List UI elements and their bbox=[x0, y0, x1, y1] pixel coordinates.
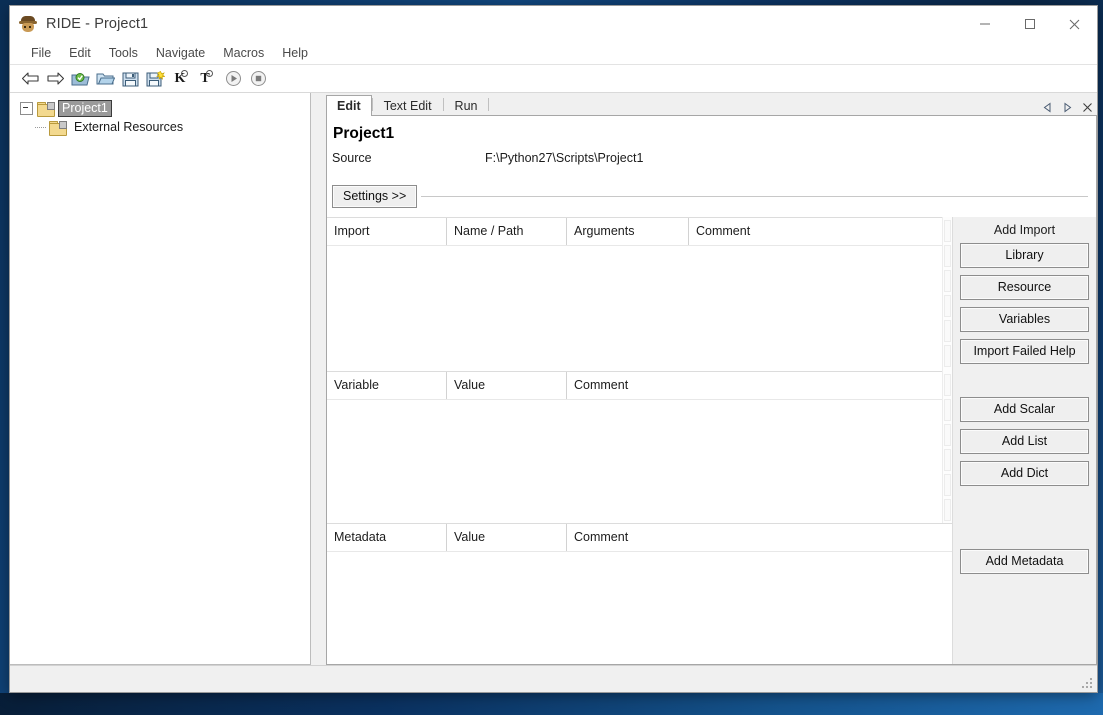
search-keyword-icon[interactable]: K bbox=[169, 68, 191, 90]
menu-item-macros[interactable]: Macros bbox=[214, 43, 273, 63]
menu-item-navigate[interactable]: Navigate bbox=[147, 43, 214, 63]
close-tab-icon[interactable] bbox=[1082, 102, 1093, 113]
import-grid-header: Import Name / Path Arguments Comment bbox=[327, 217, 952, 246]
import-grid-scrollbar[interactable] bbox=[942, 217, 952, 371]
window-controls bbox=[962, 6, 1097, 42]
project-tree-pane: Project1 External Resources bbox=[10, 93, 311, 665]
tab-run[interactable]: Run bbox=[444, 95, 489, 115]
settings-editor-frame: Project1 Source F:\Python27\Scripts\Proj… bbox=[326, 115, 1097, 665]
editor-tab-strip: Edit Text Edit Run bbox=[326, 93, 1097, 116]
minimize-button[interactable] bbox=[962, 6, 1007, 42]
add-import-panel: Add Import Library Resource Variables Im… bbox=[952, 217, 1096, 371]
column-header-name-path[interactable]: Name / Path bbox=[447, 218, 567, 245]
column-header-metadata[interactable]: Metadata bbox=[327, 524, 447, 551]
add-variable-title bbox=[960, 371, 1089, 397]
menu-bar: File Edit Tools Navigate Macros Help bbox=[10, 42, 1097, 65]
add-import-title: Add Import bbox=[993, 223, 1056, 237]
title-bar: RIDE - Project1 bbox=[10, 6, 1097, 42]
add-metadata-title bbox=[960, 523, 1089, 549]
add-scalar-button[interactable]: Add Scalar bbox=[960, 397, 1089, 422]
variable-grid-body[interactable] bbox=[327, 400, 952, 523]
add-metadata-button[interactable]: Add Metadata bbox=[960, 549, 1089, 574]
stop-icon[interactable] bbox=[247, 68, 269, 90]
column-header-import[interactable]: Import bbox=[327, 218, 447, 245]
column-header-variable[interactable]: Variable bbox=[327, 372, 447, 399]
variable-grid[interactable]: Variable Value Comment bbox=[327, 371, 952, 523]
menu-item-edit[interactable]: Edit bbox=[60, 43, 100, 63]
column-header-comment[interactable]: Comment bbox=[567, 372, 952, 399]
save-icon[interactable] bbox=[119, 68, 141, 90]
collapse-toggle-icon[interactable] bbox=[20, 102, 33, 115]
column-header-value[interactable]: Value bbox=[447, 372, 567, 399]
tree-connector-line bbox=[35, 126, 46, 129]
back-arrow-icon[interactable] bbox=[19, 68, 41, 90]
add-variables-button[interactable]: Variables bbox=[960, 307, 1089, 332]
ride-application-window: RIDE - Project1 File Edit Tools Navigate… bbox=[10, 6, 1097, 692]
variable-section: Variable Value Comment Add Scalar Add Li… bbox=[327, 371, 1096, 523]
add-library-button[interactable]: Library bbox=[960, 243, 1089, 268]
variable-grid-scrollbar[interactable] bbox=[942, 371, 952, 523]
next-tab-icon[interactable] bbox=[1062, 102, 1073, 113]
import-grid[interactable]: Import Name / Path Arguments Comment bbox=[327, 217, 952, 371]
settings-divider bbox=[421, 196, 1088, 197]
column-header-comment[interactable]: Comment bbox=[567, 524, 952, 551]
add-variable-panel: Add Scalar Add List Add Dict bbox=[952, 371, 1096, 523]
tab-navigation-controls bbox=[1042, 102, 1093, 113]
settings-toggle-row: Settings >> bbox=[332, 185, 1096, 208]
variable-grid-header: Variable Value Comment bbox=[327, 371, 952, 400]
page-title: Project1 bbox=[333, 125, 395, 142]
import-failed-help-button[interactable]: Import Failed Help bbox=[960, 339, 1089, 364]
close-button[interactable] bbox=[1052, 6, 1097, 42]
settings-button[interactable]: Settings >> bbox=[332, 185, 418, 208]
toolbar: K T bbox=[10, 65, 1097, 93]
metadata-grid-header: Metadata Value Comment bbox=[327, 523, 952, 552]
column-header-comment[interactable]: Comment bbox=[689, 218, 952, 245]
column-header-value[interactable]: Value bbox=[447, 524, 567, 551]
run-icon[interactable] bbox=[222, 68, 244, 90]
ride-app-icon bbox=[19, 15, 37, 33]
editor-pane: Edit Text Edit Run Project1 Source F:\Py… bbox=[326, 93, 1097, 665]
settings-header: Project1 Source F:\Python27\Scripts\Proj… bbox=[327, 116, 1096, 208]
pane-splitter[interactable] bbox=[311, 93, 326, 665]
open-folder-icon[interactable] bbox=[94, 68, 116, 90]
add-list-button[interactable]: Add List bbox=[960, 429, 1089, 454]
menu-item-file[interactable]: File bbox=[22, 43, 60, 63]
tree-node-label: External Resources bbox=[74, 120, 184, 134]
save-all-icon[interactable] bbox=[144, 68, 166, 90]
tree-node-label: Project1 bbox=[58, 100, 112, 117]
source-row: Source F:\Python27\Scripts\Project1 bbox=[332, 151, 1096, 165]
search-test-icon[interactable]: T bbox=[194, 68, 216, 90]
metadata-grid-body[interactable] bbox=[327, 552, 952, 664]
import-grid-body[interactable] bbox=[327, 246, 952, 370]
open-project-icon[interactable] bbox=[69, 68, 91, 90]
status-bar bbox=[10, 665, 1097, 692]
add-dict-button[interactable]: Add Dict bbox=[960, 461, 1089, 486]
maximize-button[interactable] bbox=[1007, 6, 1052, 42]
add-metadata-panel: Add Metadata bbox=[952, 523, 1096, 664]
source-value: F:\Python27\Scripts\Project1 bbox=[485, 151, 644, 165]
window-title: RIDE - Project1 bbox=[46, 16, 149, 32]
tree-node-external-resources[interactable]: External Resources bbox=[10, 118, 310, 137]
prev-tab-icon[interactable] bbox=[1042, 102, 1053, 113]
import-section: Import Name / Path Arguments Comment Add… bbox=[327, 217, 1096, 371]
resource-folder-icon bbox=[49, 120, 67, 136]
project-folder-icon bbox=[37, 101, 55, 117]
menu-item-tools[interactable]: Tools bbox=[100, 43, 147, 63]
tab-separator bbox=[488, 98, 490, 111]
main-split-area: Project1 External Resources Edit Text Ed… bbox=[10, 93, 1097, 665]
metadata-grid[interactable]: Metadata Value Comment bbox=[327, 523, 952, 664]
tab-text-edit[interactable]: Text Edit bbox=[373, 95, 443, 115]
source-label: Source bbox=[332, 151, 372, 165]
forward-arrow-icon[interactable] bbox=[44, 68, 66, 90]
column-header-arguments[interactable]: Arguments bbox=[567, 218, 689, 245]
add-resource-button[interactable]: Resource bbox=[960, 275, 1089, 300]
tree-node-project1[interactable]: Project1 bbox=[10, 99, 310, 118]
resize-grip[interactable] bbox=[1082, 678, 1093, 689]
menu-item-help[interactable]: Help bbox=[273, 43, 317, 63]
tab-edit[interactable]: Edit bbox=[326, 95, 372, 116]
metadata-section: Metadata Value Comment Add Metadata bbox=[327, 523, 1096, 664]
